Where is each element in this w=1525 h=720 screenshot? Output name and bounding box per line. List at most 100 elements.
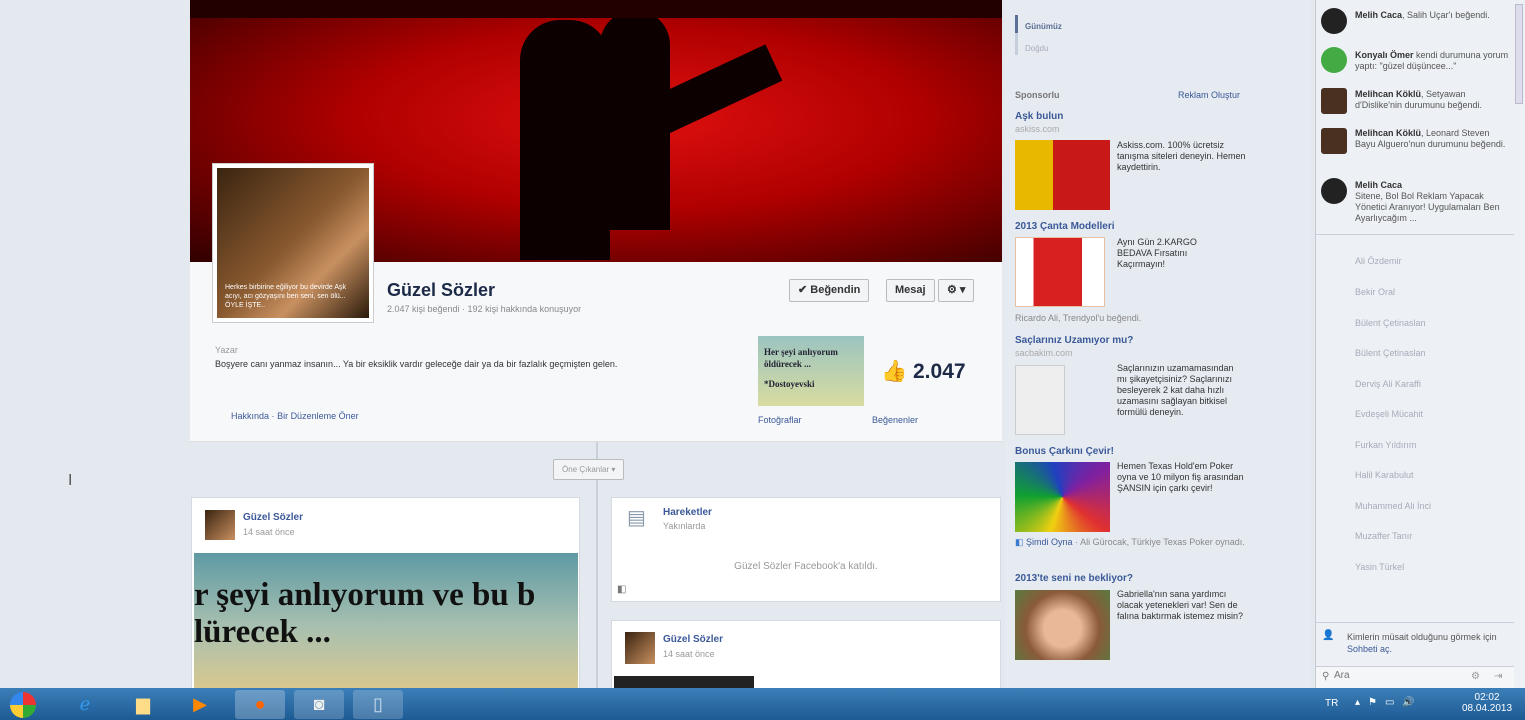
ad-image[interactable] bbox=[1015, 462, 1110, 532]
year-nav-bar bbox=[1015, 15, 1018, 55]
page-title[interactable]: Güzel Sözler bbox=[387, 280, 495, 301]
suggest-edit-link[interactable]: Bir Düzenleme Öner bbox=[277, 411, 359, 421]
post-time[interactable]: 14 saat önce bbox=[663, 649, 715, 659]
photo-caption-line: Her şeyi anlıyorum bbox=[764, 347, 838, 357]
divider bbox=[1316, 234, 1514, 235]
profile-caption: Herkes birbirine eğiliyor bu devirde Aşk… bbox=[225, 284, 346, 309]
post-author[interactable]: Güzel Sözler bbox=[663, 634, 723, 645]
nav-item-now[interactable]: Günümüz bbox=[1025, 22, 1062, 31]
friend-item[interactable]: Derviş Ali Karaffi bbox=[1355, 379, 1421, 389]
highlights-dropdown[interactable]: Öne Çıkanlar ▾ bbox=[553, 459, 625, 480]
photos-thumbnail[interactable]: Her şeyi anlıyorum öldürecek ... *Dostoy… bbox=[758, 336, 864, 406]
clock-date: 08.04.2013 bbox=[1462, 703, 1513, 714]
text-cursor-icon: I bbox=[68, 472, 73, 489]
language-indicator[interactable]: TR bbox=[1325, 698, 1338, 709]
page-category: Yazar bbox=[215, 345, 238, 355]
document-icon: ▤ bbox=[627, 507, 646, 529]
likers-link[interactable]: Beğenenler bbox=[872, 415, 918, 425]
expand-icon[interactable]: ◧ bbox=[617, 584, 626, 595]
friend-item[interactable]: Furkan Yıldırım bbox=[1355, 440, 1416, 450]
start-button[interactable] bbox=[0, 690, 46, 719]
avatar bbox=[1321, 88, 1347, 114]
author-avatar[interactable] bbox=[625, 632, 655, 664]
image-text: r şeyi anlıyorum ve bu b bbox=[194, 577, 536, 613]
chat-notice: Kimlerin müsait olduğunu görmek için Soh… bbox=[1347, 631, 1507, 655]
liked-button[interactable]: ✔ Beğendin bbox=[789, 279, 870, 302]
internet-explorer-icon[interactable]: ℯ bbox=[60, 690, 110, 719]
sponsored-label: Sponsorlu bbox=[1015, 90, 1060, 100]
likes-number: 2.047 bbox=[913, 360, 966, 383]
ad-title[interactable]: Saçlarınız Uzamıyor mu? bbox=[1015, 335, 1133, 346]
ad-text: Gabriella'nın sana yardımcı olacak yeten… bbox=[1117, 589, 1244, 621]
photo-caption-line: öldürecek ... bbox=[764, 359, 811, 369]
ticker-item[interactable]: Melih Caca, Salih Uçar'ı beğendi. bbox=[1355, 10, 1510, 21]
people-icon: 👤 bbox=[1322, 630, 1335, 641]
post-image[interactable] bbox=[614, 676, 754, 688]
media-player-icon[interactable]: ▶ bbox=[175, 690, 225, 719]
tray-icons[interactable]: ▴⚑▭🔊 bbox=[1355, 697, 1423, 708]
separator: · bbox=[271, 411, 275, 421]
ticker-name: Konyalı Ömer bbox=[1355, 50, 1414, 60]
author-avatar[interactable] bbox=[205, 510, 235, 540]
play-now-link[interactable]: Şimdi Oyna bbox=[1026, 537, 1073, 547]
ticker-item[interactable]: Melihcan Köklü, Setyawan d'Dislike'nin d… bbox=[1355, 89, 1510, 111]
ticker-item[interactable]: Melihcan Köklü, Leonard Steven Bayu Algu… bbox=[1355, 128, 1510, 150]
ad-domain: askiss.com bbox=[1015, 124, 1060, 134]
ad-title[interactable]: 2013'te seni ne bekliyor? bbox=[1015, 573, 1133, 584]
post-author[interactable]: Güzel Sözler bbox=[243, 512, 303, 523]
ticker-name: Melih Caca bbox=[1355, 10, 1403, 20]
firefox-icon[interactable]: ● bbox=[235, 690, 285, 719]
friend-item[interactable]: Evdeşeli Mücahit bbox=[1355, 409, 1423, 419]
friend-item[interactable]: Bülent Çetinaslan bbox=[1355, 318, 1426, 328]
activity-subtitle: Yakınlarda bbox=[663, 521, 706, 531]
friend-item[interactable]: Yasin Türkel bbox=[1355, 562, 1404, 572]
turn-on-chat-link[interactable]: Sohbeti aç. bbox=[1347, 644, 1392, 654]
file-explorer-icon[interactable]: ▆ bbox=[118, 690, 168, 719]
chat-search-input[interactable] bbox=[1334, 670, 1454, 681]
clock[interactable]: 02:02 08.04.2013 bbox=[1462, 692, 1512, 714]
chat-search-bar: ⚲ ⚙ ⇥ bbox=[1316, 666, 1514, 688]
nav-item-born[interactable]: Doğdu bbox=[1025, 44, 1049, 53]
ticker-scrollbar[interactable] bbox=[1515, 4, 1523, 104]
friend-item[interactable]: Bekir Oral bbox=[1355, 287, 1395, 297]
about-links: Hakkında · Bir Düzenleme Öner bbox=[231, 411, 359, 421]
ad-image[interactable] bbox=[1015, 237, 1105, 307]
ticker-name: Melihcan Köklü bbox=[1355, 89, 1422, 99]
ad-social: Ricardo Ali, Trendyol'u beğendi. bbox=[1015, 313, 1142, 323]
post-time[interactable]: 14 saat önce bbox=[243, 527, 295, 537]
ad-social-text: · Ali Gürocak, Türkiye Texas Poker oynad… bbox=[1072, 537, 1245, 547]
friend-item[interactable]: Ali Özdemir bbox=[1355, 256, 1402, 266]
ad-title[interactable]: Bonus Çarkını Çevir! bbox=[1015, 446, 1114, 457]
gear-icon[interactable]: ⚙ bbox=[1471, 671, 1480, 682]
friend-item[interactable]: Muhammed Ali İnci bbox=[1355, 501, 1431, 511]
friend-item[interactable]: Bülent Çetinaslan bbox=[1355, 348, 1426, 358]
post-image[interactable]: r şeyi anlıyorum ve bu b lürecek ... bbox=[194, 553, 578, 688]
ticker-item[interactable]: Melih Caca Sitene, Bol Bol Reklam Yapaca… bbox=[1355, 180, 1515, 224]
friend-item[interactable]: Muzaffer Tanır bbox=[1355, 531, 1412, 541]
divider bbox=[1316, 622, 1514, 623]
friend-item[interactable]: Halil Karabulut bbox=[1355, 470, 1414, 480]
ad-image[interactable] bbox=[1015, 365, 1065, 435]
windows-taskbar: ℯ ▆ ▶ ● ◙ ▯ TR ▴⚑▭🔊 02:02 08.04.2013 bbox=[0, 688, 1525, 720]
ad-image[interactable] bbox=[1015, 140, 1110, 210]
ticker-item[interactable]: Konyalı Ömer kendi durumuna yorum yaptı:… bbox=[1355, 50, 1515, 72]
ad-image[interactable] bbox=[1015, 590, 1110, 660]
search-icon: ⚲ bbox=[1322, 671, 1330, 682]
message-button[interactable]: Mesaj bbox=[886, 279, 935, 302]
ad-title[interactable]: 2013 Çanta Modelleri bbox=[1015, 221, 1114, 232]
popout-icon[interactable]: ⇥ bbox=[1494, 671, 1502, 682]
joined-text: Güzel Sözler Facebook'a katıldı. bbox=[734, 561, 878, 572]
create-ad-link[interactable]: Reklam Oluştur bbox=[1178, 90, 1240, 100]
photos-link[interactable]: Fotoğraflar bbox=[758, 415, 802, 425]
settings-dropdown[interactable]: ⚙ ▾ bbox=[938, 279, 975, 302]
profile-picture[interactable]: Herkes birbirine eğiliyor bu devirde Aşk… bbox=[212, 163, 374, 323]
likes-count[interactable]: 👍 2.047 bbox=[881, 360, 966, 384]
camera-app-icon[interactable]: ◙ bbox=[294, 690, 344, 719]
document-app-icon[interactable]: ▯ bbox=[353, 690, 403, 719]
activity-title[interactable]: Hareketler bbox=[663, 507, 712, 518]
avatar bbox=[1321, 128, 1347, 154]
about-link[interactable]: Hakkında bbox=[231, 411, 269, 421]
ad-title[interactable]: Aşk bulun bbox=[1015, 111, 1063, 122]
friend-list: Ali Özdemir Bekir Oral Bülent Çetinaslan… bbox=[1315, 240, 1513, 600]
thumbs-up-icon: 👍 bbox=[881, 360, 908, 383]
